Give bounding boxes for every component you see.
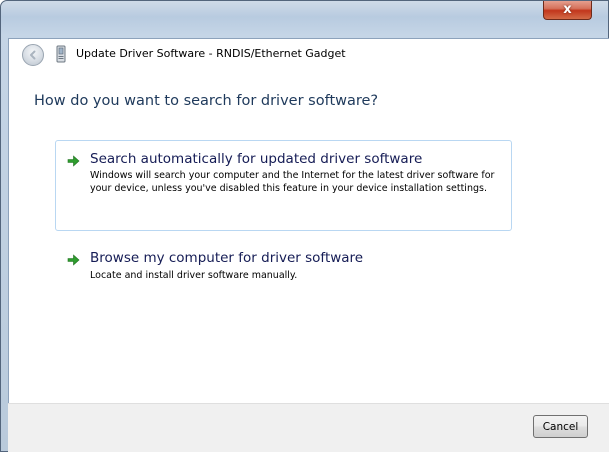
page-heading: How do you want to search for driver sof… (34, 93, 379, 109)
close-icon: x (563, 2, 572, 17)
green-arrow-icon (67, 254, 80, 266)
title-bar[interactable]: x (1, 1, 608, 39)
option-description: Locate and install driver software manua… (90, 270, 298, 281)
option-title: Browse my computer for driver software (90, 250, 364, 266)
back-button[interactable] (22, 44, 44, 66)
close-button[interactable]: x (543, 1, 592, 20)
option-search-automatically[interactable]: Search automatically for updated driver … (55, 140, 512, 231)
window-title: Update Driver Software - RNDIS/Ethernet … (76, 47, 346, 60)
option-title: Search automatically for updated driver … (90, 151, 423, 167)
driver-device-icon (56, 45, 66, 63)
cancel-button[interactable]: Cancel (533, 415, 588, 438)
option-description: Windows will search your computer and th… (90, 170, 495, 194)
green-arrow-icon (67, 155, 80, 167)
back-arrow-icon (30, 50, 36, 60)
option-browse-computer[interactable]: Browse my computer for driver software L… (55, 243, 512, 291)
dialog-footer (8, 403, 609, 452)
